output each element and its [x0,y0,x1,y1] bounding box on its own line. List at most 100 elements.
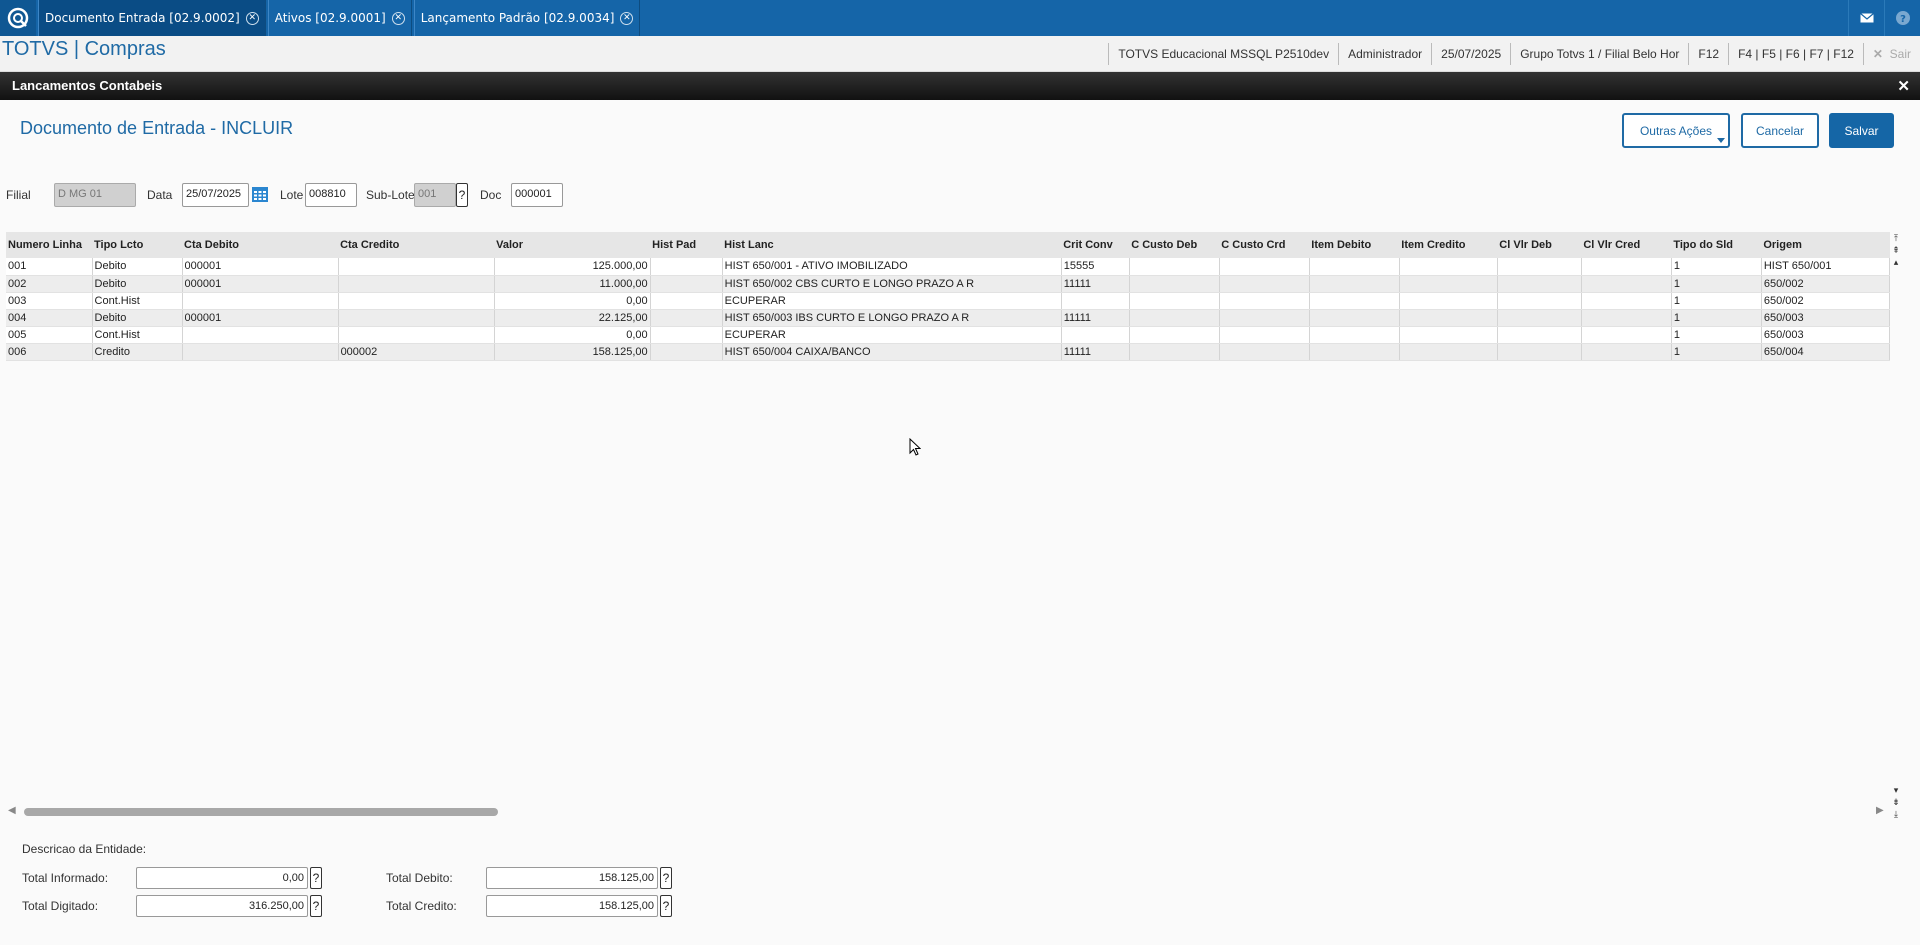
table-cell[interactable]: 11111 [1061,309,1130,327]
tab-close-icon[interactable]: ✕ [620,11,634,25]
column-header[interactable]: Hist Pad [650,232,723,258]
tab-1[interactable]: Ativos [02.9.0001] ✕ [267,0,412,36]
table-cell[interactable]: 1 [1671,275,1762,293]
total-debito-lookup-button[interactable]: ? [660,867,672,889]
scroll-up-icon[interactable]: ▴ [1890,256,1902,268]
table-cell[interactable]: HIST 650/002 CBS CURTO E LONGO PRAZO A R [722,275,1062,293]
date-field[interactable]: 25/07/2025 [182,183,249,207]
scroll-page-up-icon[interactable]: ⇞ [1890,244,1902,256]
column-header[interactable]: Item Credito [1399,232,1498,258]
table-cell[interactable] [1309,343,1400,361]
table-cell[interactable]: 158.125,00 [494,343,651,361]
table-cell[interactable] [182,343,339,361]
table-cell[interactable]: HIST 650/001 [1761,258,1891,276]
table-cell[interactable] [1219,343,1310,361]
table-cell[interactable] [1219,292,1310,310]
total-informado-lookup-button[interactable]: ? [310,867,322,889]
table-cell[interactable]: 11111 [1061,275,1130,293]
doc-field[interactable]: 000001 [511,183,563,207]
table-cell[interactable] [1219,258,1310,276]
table-cell[interactable]: 000001 [182,309,339,327]
table-cell[interactable] [338,258,495,276]
dialog-close-icon[interactable]: ✕ [1897,77,1910,95]
table-cell[interactable] [650,258,723,276]
table-cell[interactable] [1309,309,1400,327]
table-cell[interactable] [182,292,339,310]
table-cell[interactable] [1061,326,1130,344]
table-cell[interactable] [1399,309,1498,327]
table-cell[interactable] [1309,258,1400,276]
column-header[interactable]: Crit Conv [1061,232,1130,258]
table-cell[interactable] [338,275,495,293]
table-cell[interactable]: ECUPERAR [722,292,1062,310]
table-cell[interactable] [1581,275,1672,293]
table-cell[interactable]: 1 [1671,326,1762,344]
scroll-page-down-icon[interactable]: ⇟ [1890,796,1902,808]
column-header[interactable]: Cta Credito [338,232,495,258]
table-cell[interactable] [1309,292,1400,310]
sublote-lookup-button[interactable]: ? [456,183,468,207]
horizontal-scrollbar[interactable]: ◀ ▶ [6,805,1890,819]
table-cell[interactable]: 003 [6,292,93,310]
table-cell[interactable] [182,326,339,344]
table-row[interactable]: 002 Debito 000001 11.000,00 HIST 650/002 CBS… [6,275,1891,293]
table-cell[interactable]: 000001 [182,275,339,293]
calendar-icon[interactable] [252,187,268,205]
entries-grid[interactable]: Numero Linha Tipo Lcto Cta Debito Cta Credi… [6,232,1891,790]
table-cell[interactable] [650,292,723,310]
table-cell[interactable]: 650/003 [1761,309,1891,327]
table-cell[interactable] [1581,292,1672,310]
tab-close-icon[interactable]: ✕ [245,11,259,25]
table-cell[interactable] [1129,309,1220,327]
total-digitado-lookup-button[interactable]: ? [310,895,322,917]
table-cell[interactable]: Cont.Hist [92,292,183,310]
table-cell[interactable] [1219,326,1310,344]
table-cell[interactable]: 001 [6,258,93,276]
totvs-logo-icon[interactable] [0,0,36,36]
table-cell[interactable] [1129,292,1220,310]
table-cell[interactable]: ECUPERAR [722,326,1062,344]
table-cell[interactable]: HIST 650/003 IBS CURTO E LONGO PRAZO A R [722,309,1062,327]
table-cell[interactable]: 650/002 [1761,275,1891,293]
table-cell[interactable] [650,326,723,344]
table-cell[interactable] [1129,326,1220,344]
table-cell[interactable]: 11111 [1061,343,1130,361]
table-cell[interactable]: 1 [1671,309,1762,327]
more-actions-button[interactable]: Outras Ações [1622,113,1730,148]
table-cell[interactable]: 11.000,00 [494,275,651,293]
table-cell[interactable]: 650/004 [1761,343,1891,361]
scroll-down-icon[interactable]: ▾ [1890,784,1902,796]
table-cell[interactable] [1399,275,1498,293]
table-cell[interactable]: 000002 [338,343,495,361]
table-cell[interactable] [1399,258,1498,276]
table-cell[interactable] [1399,326,1498,344]
table-cell[interactable]: 1 [1671,292,1762,310]
horizontal-scroll-thumb[interactable] [24,808,498,816]
table-cell[interactable] [1129,275,1220,293]
lote-field[interactable]: 008810 [305,183,357,207]
table-cell[interactable]: 002 [6,275,93,293]
table-cell[interactable]: 15555 [1061,258,1130,276]
table-cell[interactable]: 650/003 [1761,326,1891,344]
table-row[interactable]: 003 Cont.Hist 0,00 ECUPERAR 1 650/002 [6,292,1891,310]
date-label[interactable]: 25/07/2025 [1431,43,1510,65]
column-header[interactable]: C Custo Crd [1219,232,1310,258]
total-debito-field[interactable]: 158.125,00 [486,867,658,889]
column-header[interactable]: Item Debito [1309,232,1400,258]
column-header[interactable]: C Custo Deb [1129,232,1220,258]
table-cell[interactable]: 125.000,00 [494,258,651,276]
table-cell[interactable] [338,309,495,327]
table-cell[interactable]: HIST 650/001 - ATIVO IMOBILIZADO [722,258,1062,276]
table-cell[interactable]: 650/002 [1761,292,1891,310]
total-credito-lookup-button[interactable]: ? [660,895,672,917]
table-cell[interactable] [1497,258,1582,276]
table-cell[interactable] [338,292,495,310]
table-row[interactable]: 004 Debito 000001 22.125,00 HIST 650/003 IBS… [6,309,1891,327]
table-cell[interactable] [1129,343,1220,361]
table-cell[interactable] [1399,343,1498,361]
f12-shortcut[interactable]: F12 [1688,43,1728,65]
table-cell[interactable] [1581,258,1672,276]
column-header[interactable]: Hist Lanc [722,232,1062,258]
column-header[interactable]: Origem [1761,232,1890,258]
column-header[interactable]: Tipo Lcto [92,232,183,258]
